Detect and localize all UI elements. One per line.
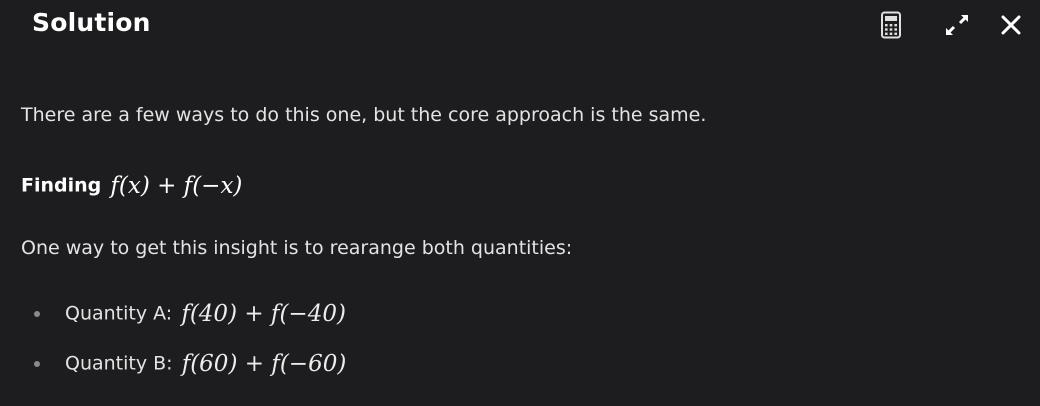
calculator-icon [881, 11, 901, 39]
expand-button[interactable] [944, 10, 970, 40]
bullet-dot [34, 311, 40, 317]
expand-icon [945, 14, 969, 36]
solution-panel: Solution There are a few ways to do this… [0, 0, 1040, 406]
calculator-button[interactable] [878, 10, 904, 40]
quantity-a-math: f(40) + f(−40) [181, 300, 346, 327]
panel-title: Solution [32, 8, 151, 37]
bullet-dot [34, 361, 40, 367]
quantity-a-label: Quantity A: [65, 302, 173, 325]
quantity-list: Quantity A: f(40) + f(−40) Quantity B: f… [21, 296, 346, 396]
heading-label: Finding [21, 174, 102, 197]
list-item: Quantity A: f(40) + f(−40) [21, 296, 346, 346]
insight-text: One way to get this insight is to rearan… [21, 237, 573, 259]
quantity-b-label: Quantity B: [65, 352, 173, 375]
section-heading: Finding f(x) + f(−x) [21, 168, 242, 203]
heading-math: f(x) + f(−x) [110, 172, 243, 199]
list-item: Quantity B: f(60) + f(−60) [21, 346, 346, 396]
close-icon [1001, 15, 1021, 35]
intro-text: There are a few ways to do this one, but… [21, 104, 707, 126]
close-button[interactable] [998, 10, 1024, 40]
quantity-b-math: f(60) + f(−60) [181, 350, 347, 377]
panel-header: Solution [0, 0, 1040, 50]
